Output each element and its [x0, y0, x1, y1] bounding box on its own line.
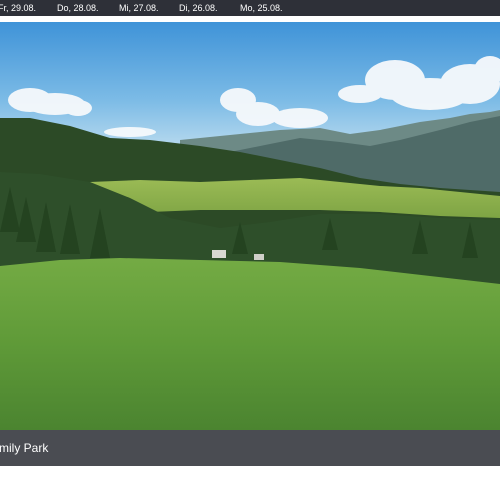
webcam-caption-bar: mily Park [0, 430, 500, 466]
date-selector-bar: Fr, 29.08. Do, 28.08. Mi, 27.08. Di, 26.… [0, 0, 500, 16]
date-tab-mo-25-08[interactable]: Mo, 25.08. [240, 0, 283, 16]
page-footer-space [0, 466, 500, 500]
webcam-caption: mily Park [0, 441, 49, 455]
hut [254, 254, 264, 260]
webcam-image[interactable] [0, 22, 500, 430]
date-tab-do-28-08[interactable]: Do, 28.08. [57, 0, 99, 16]
foreground-meadow [0, 258, 500, 430]
hut [212, 250, 226, 258]
webcam-landscape [0, 22, 500, 430]
date-tab-mi-27-08[interactable]: Mi, 27.08. [119, 0, 159, 16]
date-tab-di-26-08[interactable]: Di, 26.08. [179, 0, 218, 16]
date-tab-fr-29-08[interactable]: Fr, 29.08. [0, 0, 36, 16]
